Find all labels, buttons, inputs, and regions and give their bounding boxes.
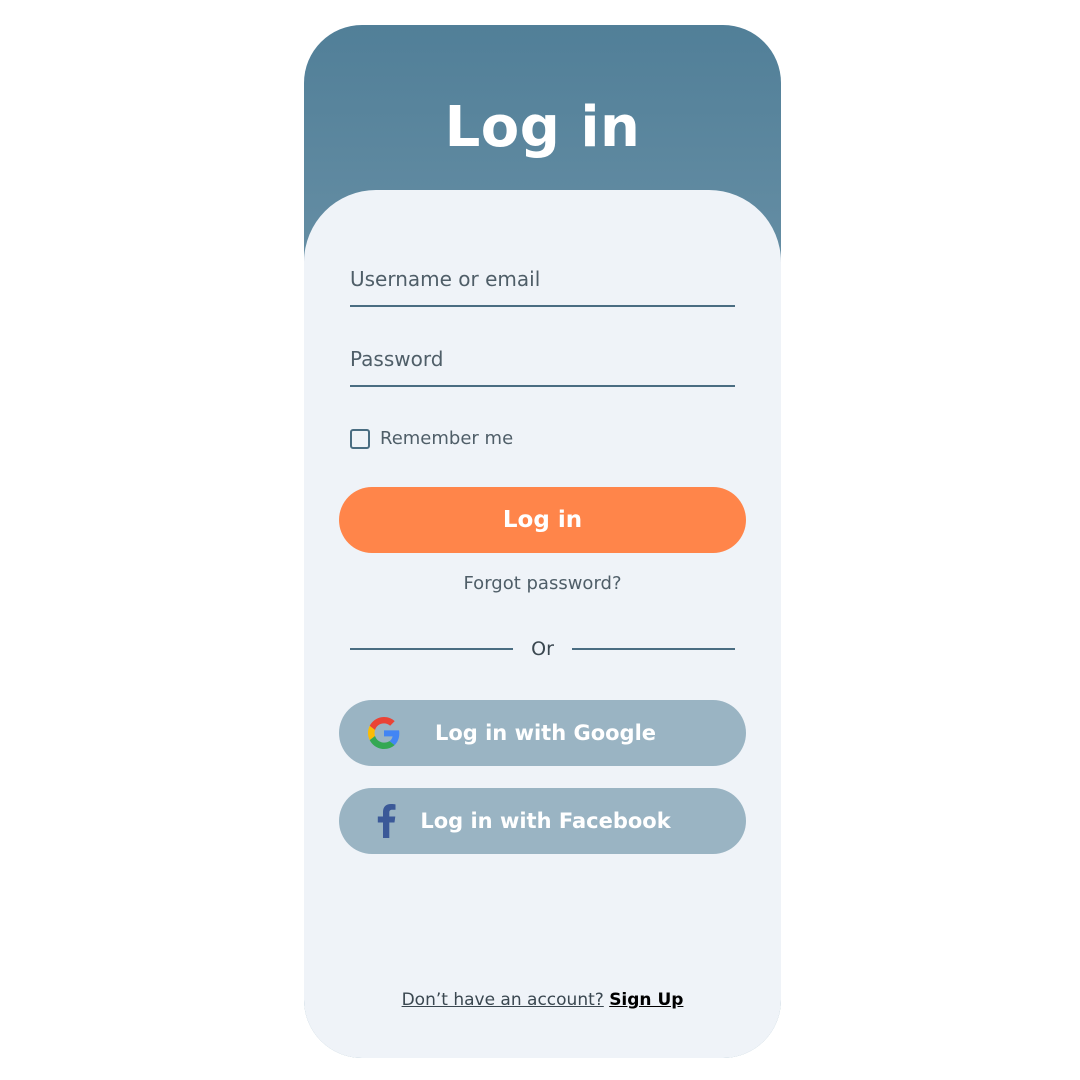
login-button[interactable]: Log in bbox=[339, 487, 746, 553]
google-login-button[interactable]: Log in with Google bbox=[339, 700, 746, 766]
forgot-password-link[interactable]: Forgot password? bbox=[304, 573, 781, 594]
google-login-label: Log in with Google bbox=[434, 721, 657, 745]
password-input[interactable] bbox=[350, 347, 735, 385]
google-icon bbox=[367, 716, 401, 750]
facebook-icon bbox=[369, 804, 403, 838]
username-field bbox=[350, 267, 735, 307]
facebook-login-label: Log in with Facebook bbox=[420, 809, 671, 833]
remember-label: Remember me bbox=[380, 428, 514, 449]
signup-prompt: Don’t have an account? bbox=[401, 990, 604, 1010]
signup-link[interactable]: Sign Up bbox=[609, 990, 683, 1010]
remember-checkbox[interactable] bbox=[350, 428, 370, 449]
password-field bbox=[350, 347, 735, 387]
divider-line-left bbox=[350, 648, 513, 650]
login-card: Remember me Log in Forgot password? Or L… bbox=[304, 190, 781, 1058]
divider-line-right bbox=[572, 648, 735, 650]
facebook-login-button[interactable]: Log in with Facebook bbox=[339, 788, 746, 854]
page-title: Log in bbox=[444, 95, 641, 160]
signup-row: Don’t have an account? Sign Up bbox=[304, 990, 781, 1010]
or-divider: Or bbox=[350, 638, 735, 660]
username-input[interactable] bbox=[350, 267, 735, 305]
divider-label: Or bbox=[531, 638, 554, 660]
remember-me[interactable]: Remember me bbox=[350, 428, 513, 449]
phone-screen: Log in Remember me Log in Forgot passwor… bbox=[304, 25, 781, 1058]
